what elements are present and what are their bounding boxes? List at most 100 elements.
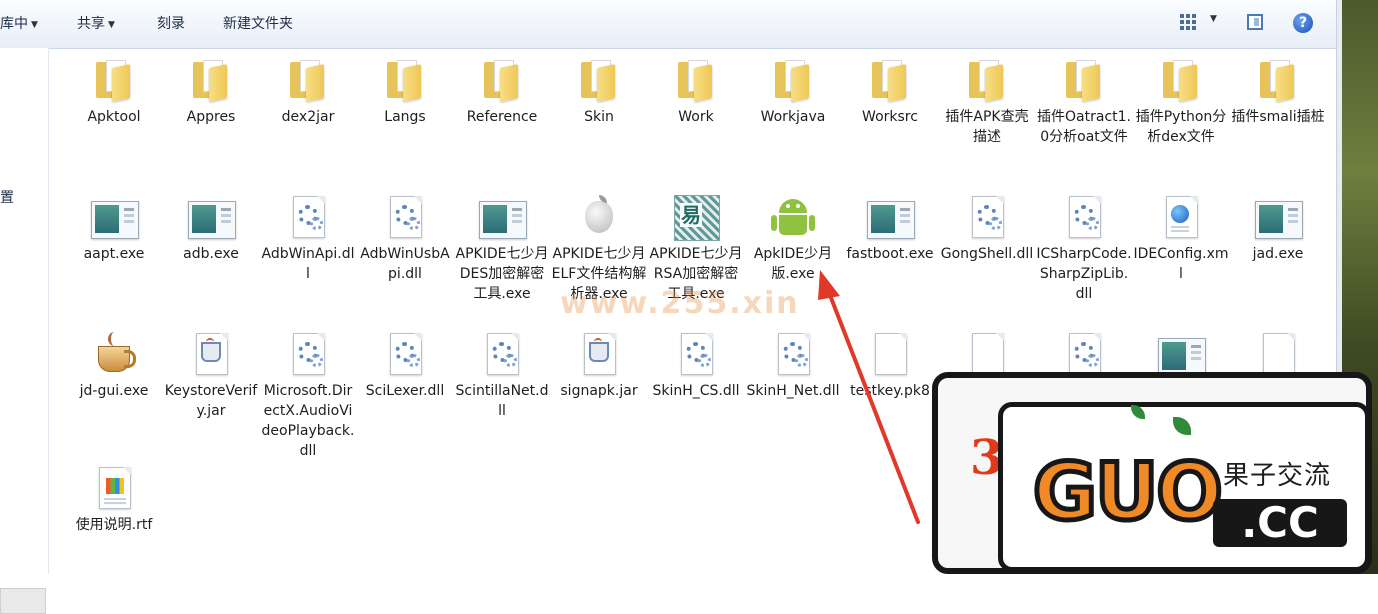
java-jar-icon — [575, 330, 623, 378]
library-menu-label: 库中 — [0, 16, 28, 32]
folder-langs[interactable]: Langs — [357, 56, 453, 127]
file-hidden-1[interactable] — [939, 330, 1035, 378]
file-hidden-4[interactable] — [1230, 330, 1326, 378]
file-label: dex2jar — [281, 109, 335, 125]
new-folder-button[interactable]: 新建文件夹 — [223, 14, 293, 34]
file-label: ApkIDE少月版.exe — [753, 246, 833, 282]
file-label: aapt.exe — [83, 246, 145, 262]
application-icon — [478, 193, 527, 241]
file-apkide-main[interactable]: ApkIDE少月版.exe — [745, 193, 841, 284]
file-label: AdbWinUsbApi.dll — [360, 246, 450, 282]
file-adb[interactable]: adb.exe — [163, 193, 259, 264]
folder-icon — [284, 56, 332, 104]
file-label: Reference — [466, 109, 538, 125]
burn-button[interactable]: 刻录 — [157, 14, 185, 34]
file-label: Workjava — [760, 109, 826, 125]
file-gongshell[interactable]: GongShell.dll — [939, 193, 1035, 264]
file-testkey[interactable]: testkey.pk8 — [842, 330, 938, 401]
view-options-chevron-icon[interactable]: ▼ — [1210, 14, 1217, 24]
android-icon — [769, 193, 817, 241]
file-directx-audiovideo[interactable]: Microsoft.DirectX.AudioVideoPlayback.dll — [260, 330, 356, 461]
folder-skin[interactable]: Skin — [551, 56, 647, 127]
blank-file-icon — [866, 330, 914, 378]
folder-dex2jar[interactable]: dex2jar — [260, 56, 356, 127]
file-label: SciLexer.dll — [365, 383, 445, 399]
file-scilexer[interactable]: SciLexer.dll — [357, 330, 453, 401]
file-label: Apktool — [87, 109, 141, 125]
logo-chinese-text: 果子交流 — [1223, 461, 1332, 491]
file-adbwinapi[interactable]: AdbWinApi.dll — [260, 193, 356, 284]
leaf-icon — [1131, 405, 1145, 419]
logo-inner-frame: GUO 果子交流 .CC — [998, 402, 1370, 572]
folder-icon — [575, 56, 623, 104]
share-menu-label: 共享 — [77, 16, 105, 32]
folder-worksrc[interactable]: Worksrc — [842, 56, 938, 127]
file-label: signapk.jar — [560, 383, 638, 399]
file-label: ScintillaNet.dll — [455, 383, 549, 419]
file-sharpziplib[interactable]: ICSharpCode.SharpZipLib.dll — [1036, 193, 1132, 304]
apple-icon — [575, 193, 623, 241]
file-signapk[interactable]: signapk.jar — [551, 330, 647, 401]
file-jad[interactable]: jad.exe — [1230, 193, 1326, 264]
dll-gear-icon — [1060, 330, 1108, 378]
file-label: AdbWinApi.dll — [261, 246, 355, 282]
file-hidden-2[interactable] — [1036, 330, 1132, 378]
file-scintillanet[interactable]: ScintillaNet.dll — [454, 330, 550, 421]
change-view-icon[interactable] — [1180, 14, 1196, 30]
file-label: jad.exe — [1252, 246, 1304, 262]
file-readme-rtf[interactable]: 使用说明.rtf — [66, 464, 162, 535]
application-icon — [1254, 193, 1303, 241]
folder-appres[interactable]: Appres — [163, 56, 259, 127]
file-skinh-net[interactable]: SkinH_Net.dll — [745, 330, 841, 401]
file-label: Worksrc — [862, 109, 918, 125]
file-apkide-des[interactable]: APKIDE七少月DES加密解密工具.exe — [454, 193, 550, 304]
dll-gear-icon — [769, 330, 817, 378]
blank-file-icon — [1254, 330, 1302, 378]
dll-gear-icon — [963, 193, 1011, 241]
file-jd-gui[interactable]: jd-gui.exe — [66, 330, 162, 401]
file-aapt[interactable]: aapt.exe — [66, 193, 162, 264]
folder-plugin-oatract[interactable]: 插件Oatract1.0分析oat文件 — [1036, 56, 1132, 147]
dll-gear-icon — [478, 330, 526, 378]
folder-plugin-python[interactable]: 插件Python分析dex文件 — [1133, 56, 1229, 147]
file-label: jd-gui.exe — [79, 383, 149, 399]
folder-icon — [1060, 56, 1108, 104]
dll-gear-icon — [672, 330, 720, 378]
file-label: Microsoft.DirectX.AudioVideoPlayback.dll — [261, 383, 355, 459]
file-hidden-3[interactable] — [1133, 330, 1229, 378]
logo-brand: GUO — [1031, 447, 1226, 540]
nav-item-label[interactable]: 置 — [0, 187, 14, 207]
guo-cc-logo: 3 GUO 果子交流 .CC — [932, 372, 1372, 574]
folder-plugin-apk[interactable]: 插件APK查壳描述 — [939, 56, 1035, 147]
file-ideconfig[interactable]: IDEConfig.xml — [1133, 193, 1229, 284]
application-icon — [1157, 330, 1206, 378]
library-menu-button[interactable]: 库中 ▼ — [0, 14, 38, 34]
file-skinh-cs[interactable]: SkinH_CS.dll — [648, 330, 744, 401]
preview-pane-icon[interactable] — [1247, 14, 1263, 30]
file-label: KeystoreVerify.jar — [164, 383, 258, 419]
file-label: Skin — [584, 109, 614, 125]
java-jar-icon — [187, 330, 235, 378]
folder-reference[interactable]: Reference — [454, 56, 550, 127]
nav-scrollbar[interactable] — [0, 588, 46, 614]
file-label: GongShell.dll — [940, 246, 1034, 262]
file-fastboot[interactable]: fastboot.exe — [842, 193, 938, 264]
file-adbwinusbapi[interactable]: AdbWinUsbApi.dll — [357, 193, 453, 284]
logo-domain: .CC — [1213, 499, 1347, 547]
file-label: 插件APK查壳描述 — [945, 109, 1029, 145]
share-menu-button[interactable]: 共享 ▼ — [77, 14, 115, 34]
application-icon — [90, 193, 139, 241]
file-label: SkinH_Net.dll — [746, 383, 840, 399]
folder-icon — [866, 56, 914, 104]
application-icon — [866, 193, 915, 241]
folder-plugin-smali[interactable]: 插件smali插桩 — [1230, 56, 1326, 127]
folder-icon — [187, 56, 235, 104]
file-keystoreverify[interactable]: KeystoreVerify.jar — [163, 330, 259, 421]
folder-icon — [1254, 56, 1302, 104]
folder-apktool[interactable]: Apktool — [66, 56, 162, 127]
xml-globe-icon — [1157, 193, 1205, 241]
folder-workjava[interactable]: Workjava — [745, 56, 841, 127]
help-icon[interactable]: ? — [1293, 13, 1313, 33]
folder-work[interactable]: Work — [648, 56, 744, 127]
dll-gear-icon — [284, 193, 332, 241]
